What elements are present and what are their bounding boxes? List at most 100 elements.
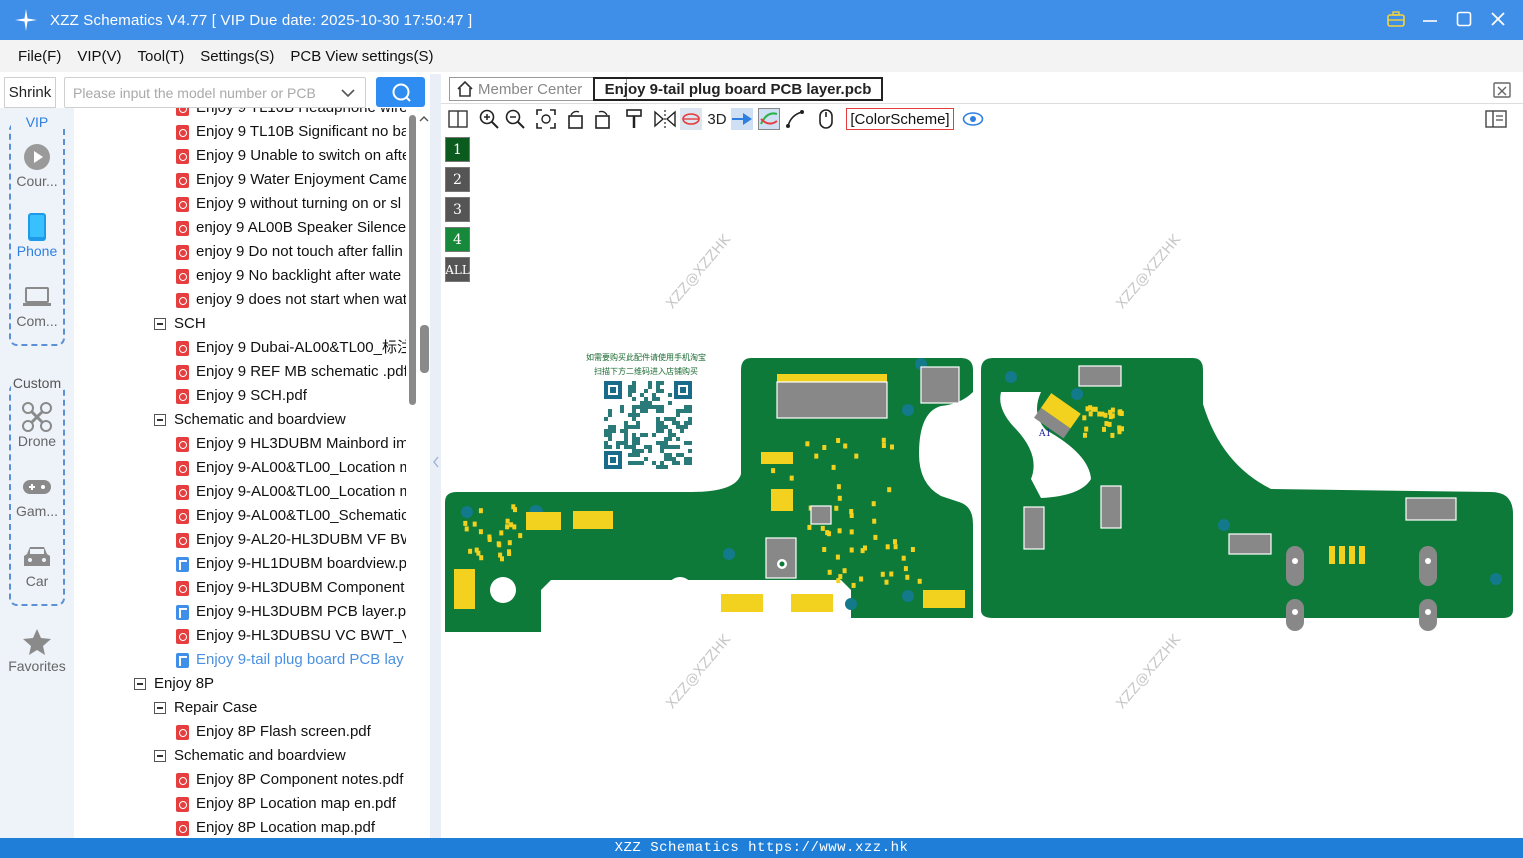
rotate-right-icon[interactable] <box>591 108 613 130</box>
close-button[interactable] <box>1487 8 1509 30</box>
tree-item-label: SCH <box>174 315 206 332</box>
rail-item-phone[interactable]: Phone <box>0 213 74 259</box>
tree-file[interactable]: Enjoy 8P Flash screen.pdf <box>176 720 371 744</box>
tree-item-label: Enjoy 9 REF MB schematic .pdf <box>196 363 406 380</box>
panel-scrollbar-thumb[interactable] <box>420 325 429 373</box>
briefcase-icon[interactable] <box>1385 8 1407 30</box>
tree-file[interactable]: Enjoy 8P Location map en.pdf <box>176 792 396 816</box>
layer-trace-icon[interactable] <box>758 108 780 130</box>
tree-folder[interactable]: SCH <box>154 312 206 336</box>
search-input[interactable]: Please input the model number or PCB <box>64 77 366 108</box>
pdf-file-icon <box>176 388 189 404</box>
tree-file[interactable]: Enjoy 9-HL1DUBM boardview.p <box>176 552 406 576</box>
rail-item-computer[interactable]: Com... <box>0 283 74 329</box>
tree-file[interactable]: Enjoy 9 TL10B Significant no ba <box>176 120 406 144</box>
chevron-down-icon[interactable] <box>341 86 355 102</box>
collapse-toggle-icon[interactable] <box>134 678 146 690</box>
flip-board-icon[interactable] <box>680 108 702 130</box>
menu-pcb-view-settings[interactable]: PCB View settings(S) <box>290 48 433 65</box>
tree-item-label: Enjoy 9-HL3DUBM Component <box>196 579 405 596</box>
rail-item-courses[interactable]: Cour... <box>0 143 74 189</box>
collapse-toggle-icon[interactable] <box>154 702 166 714</box>
rail-item-favorites[interactable]: Favorites <box>0 628 74 674</box>
tree-file[interactable]: Enjoy 9-AL00&TL00_Schematic_ <box>176 504 406 528</box>
pdf-file-icon <box>176 772 189 788</box>
tree-file[interactable]: enjoy 9 No backlight after wate <box>176 264 401 288</box>
collapse-arrow-icon[interactable] <box>432 456 440 468</box>
tree-file[interactable]: Enjoy 9-tail plug board PCB lay <box>176 648 404 672</box>
car-icon <box>0 543 74 571</box>
tree-folder[interactable]: Schematic and boardview <box>154 408 346 432</box>
measure-tool-icon[interactable] <box>784 108 806 130</box>
tree-file[interactable]: Enjoy 9-HL3DUBSU VC BWT_V1. <box>176 624 406 648</box>
tree-file[interactable]: Enjoy 9-AL00&TL00_Location m <box>176 456 406 480</box>
tree-file[interactable]: Enjoy 9-HL3DUBM PCB layer.pc <box>176 600 406 624</box>
mouse-mode-icon[interactable] <box>815 108 837 130</box>
tab-label: Member Center <box>478 80 583 98</box>
rail-item-drone[interactable]: Drone <box>0 402 74 449</box>
maximize-button[interactable] <box>1453 8 1475 30</box>
toggle-3d-button[interactable]: 3D <box>704 108 730 130</box>
tree-file[interactable]: Enjoy 9-AL20-HL3DUBM VF BW <box>176 528 406 552</box>
tree-file[interactable]: Enjoy 9 without turning on or sl <box>176 192 401 216</box>
search-button[interactable] <box>376 77 425 107</box>
tree-item-label: Enjoy 9 HL3DUBM Mainbord im <box>196 435 406 452</box>
collapse-toggle-icon[interactable] <box>154 318 166 330</box>
app-logo-icon <box>12 6 40 34</box>
tree-folder[interactable]: Repair Case <box>154 696 257 720</box>
shrink-button[interactable]: Shrink <box>4 77 56 108</box>
tree-folder[interactable]: Schematic and boardview <box>154 744 346 768</box>
pdf-file-icon <box>176 796 189 812</box>
gamepad-icon <box>0 473 74 501</box>
pdf-file-icon <box>176 580 189 596</box>
tab-active-pcb[interactable]: Enjoy 9-tail plug board PCB layer.pcb <box>593 77 883 101</box>
tree-item-label: Enjoy 9-AL00&TL00_Location m <box>196 459 406 476</box>
tree-file[interactable]: Enjoy 9 Dubai-AL00&TL00_标注 <box>176 336 406 360</box>
tree-file[interactable]: enjoy 9 AL00B Speaker Silence <box>176 216 406 240</box>
tree-folder[interactable]: Enjoy 8P <box>134 672 214 696</box>
tree-item-label: enjoy 9 does not start when wat <box>196 291 406 308</box>
tree-scrollbar-thumb[interactable] <box>409 115 416 405</box>
side-panel-toggle-icon[interactable] <box>1485 108 1507 130</box>
menu-settings[interactable]: Settings(S) <box>200 48 274 65</box>
eye-icon[interactable] <box>962 108 984 130</box>
menu-file[interactable]: File(F) <box>18 48 61 65</box>
fit-view-icon[interactable] <box>535 108 557 130</box>
zoom-in-icon[interactable] <box>478 108 500 130</box>
collapse-toggle-icon[interactable] <box>154 414 166 426</box>
split-view-icon[interactable] <box>447 108 469 130</box>
file-tree: Enjoy 9 TL10B Headphone wire Enjoy 9 TL10… <box>74 108 406 838</box>
tree-file[interactable]: Enjoy 9 REF MB schematic .pdf <box>176 360 406 384</box>
paint-brush-icon[interactable] <box>623 108 645 130</box>
menu-vip[interactable]: VIP(V) <box>77 48 121 65</box>
tree-file[interactable]: Enjoy 9-AL00&TL00_Location m <box>176 480 406 504</box>
pdf-file-icon <box>176 340 189 356</box>
minimize-button[interactable] <box>1419 8 1441 30</box>
tree-file[interactable]: enjoy 9 Do not touch after fallin <box>176 240 403 264</box>
tree-item-label: Enjoy 8P <box>154 675 215 692</box>
close-all-tabs-icon[interactable] <box>1493 80 1511 98</box>
rail-item-games[interactable]: Gam... <box>0 473 74 519</box>
rail-item-car[interactable]: Car <box>0 543 74 589</box>
zoom-out-icon[interactable] <box>504 108 526 130</box>
pdf-file-icon <box>176 508 189 524</box>
tree-file[interactable]: enjoy 9 does not start when wat <box>176 288 406 312</box>
tree-file[interactable]: Enjoy 9 SCH.pdf <box>176 384 307 408</box>
tree-item-label: Enjoy 9-AL00&TL00_Location m <box>196 483 406 500</box>
mirror-icon[interactable] <box>654 108 676 130</box>
tree-file[interactable]: Enjoy 9 TL10B Headphone wire <box>176 108 406 120</box>
scroll-up-arrow-icon[interactable] <box>419 114 429 124</box>
net-highlight-icon[interactable] <box>731 108 753 130</box>
tree-file[interactable]: Enjoy 8P Component notes.pdf <box>176 768 403 792</box>
tree-file[interactable]: Enjoy 8P Location map.pdf <box>176 816 375 838</box>
tree-file[interactable]: Enjoy 9 Unable to switch on afte <box>176 144 406 168</box>
rotate-left-icon[interactable] <box>565 108 587 130</box>
tree-file[interactable]: Enjoy 9-HL3DUBM Component <box>176 576 404 600</box>
color-scheme-button[interactable]: [ColorScheme] <box>846 108 954 130</box>
tree-file[interactable]: Enjoy 9 Water Enjoyment Came <box>176 168 406 192</box>
collapse-toggle-icon[interactable] <box>154 750 166 762</box>
tree-item-label: Enjoy 9 SCH.pdf <box>196 387 307 404</box>
tree-file[interactable]: Enjoy 9 HL3DUBM Mainbord im <box>176 432 406 456</box>
pcb-canvas[interactable]: 1 2 3 4 ALL XZZ@XZZHK XZZ@XZZHK XZZ@XZZH… <box>441 134 1523 838</box>
menu-tool[interactable]: Tool(T) <box>138 48 185 65</box>
